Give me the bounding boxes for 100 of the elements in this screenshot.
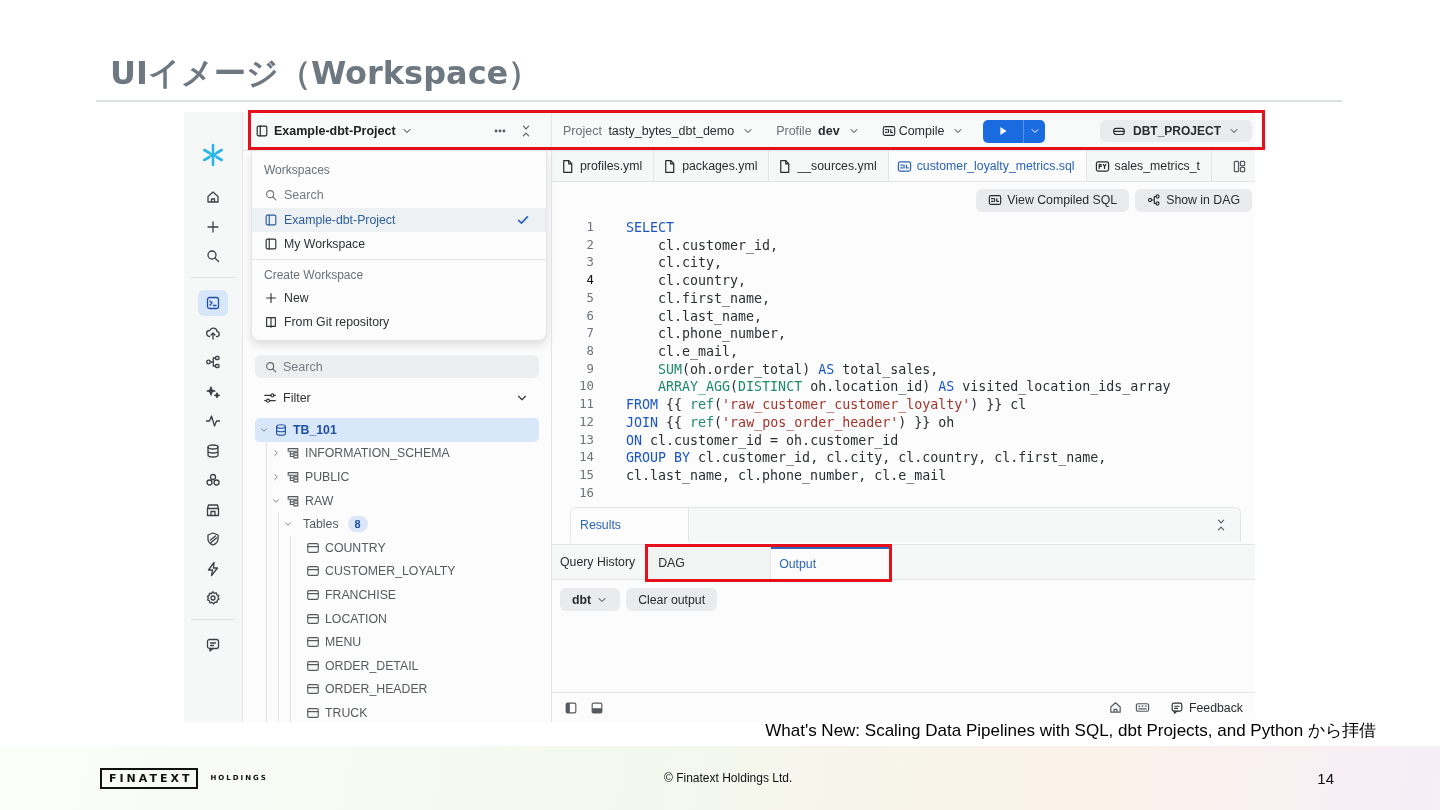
line-number: 2 <box>585 236 594 254</box>
file-tab[interactable]: customer_loyalty_metrics.sql <box>888 151 1087 181</box>
line-number: 13 <box>578 431 594 449</box>
tree-item[interactable]: CUSTOMER_LOYALTY <box>291 559 539 584</box>
tree-item[interactable]: TB_101 <box>255 418 539 442</box>
compile-selector[interactable]: Compile <box>881 124 965 138</box>
code-line: SUM(oh.order_total) AS total_sales, <box>657 360 939 379</box>
file-tab[interactable]: __sources.yml <box>769 151 889 181</box>
layout-icon <box>1232 158 1247 174</box>
line-number: 11 <box>578 396 594 414</box>
tree-item[interactable]: TRUCK <box>291 701 539 722</box>
schema-icon <box>286 470 300 484</box>
line-number: 6 <box>585 307 594 325</box>
search-icon <box>264 359 278 374</box>
tree-item[interactable]: FRANCHISE <box>291 583 539 607</box>
table-icon <box>306 705 320 720</box>
line-number: 12 <box>578 413 594 431</box>
schema-icon <box>286 446 300 461</box>
company-logo: FINATEXT <box>100 767 199 789</box>
slide-title: UIイメージ（Workspace） <box>110 53 541 94</box>
home-icon <box>205 189 221 205</box>
filter-icon <box>263 391 277 405</box>
rail-button[interactable] <box>198 290 228 316</box>
clear-output-button[interactable]: Clear output <box>626 588 718 611</box>
credit-text: What's New: Scaling Data Pipelines with SQL, dbt Projects, and Python から拝借 <box>765 719 1376 742</box>
feedback-button[interactable]: Feedback <box>1170 700 1243 715</box>
results-tab[interactable]: Results <box>571 508 689 542</box>
chat-icon <box>205 637 221 653</box>
code-line: cl.last_name, cl.phone_number, cl.e_mail <box>626 467 947 485</box>
table-icon <box>306 540 320 555</box>
tree-item[interactable]: MENU <box>291 630 539 654</box>
file-tab[interactable]: packages.yml <box>654 151 770 181</box>
run-button[interactable] <box>983 119 1024 143</box>
database-selector[interactable]: DBT_PROJECT <box>1100 120 1252 142</box>
panel-icon <box>264 213 278 227</box>
dropdown-option[interactable]: From Git repository <box>252 310 546 334</box>
python-file-icon <box>1094 158 1110 174</box>
cluster-icon <box>205 472 221 488</box>
panel-tab[interactable]: DAG <box>648 547 772 579</box>
action-button[interactable]: View Compiled SQL <box>976 188 1130 212</box>
file-tab[interactable]: profiles.yml <box>552 151 655 181</box>
panel-tab[interactable]: Query History <box>552 545 644 579</box>
tree-item[interactable]: PUBLIC <box>267 465 539 489</box>
search-icon <box>264 187 278 202</box>
code-line: FROM {{ ref('raw_customer_customer_loyalty') }} cl <box>626 396 1027 414</box>
tree-item[interactable]: ORDER_HEADER <box>291 677 539 702</box>
home-icon <box>1108 700 1123 715</box>
sql-file-icon <box>896 158 912 174</box>
code-line: cl.phone_number, <box>657 325 787 344</box>
line-number: 14 <box>578 449 594 467</box>
schema-icon <box>286 493 300 508</box>
snowflake-logo-icon <box>201 143 225 167</box>
line-number: 16 <box>578 484 594 502</box>
tree-item[interactable]: COUNTRY <box>291 535 539 560</box>
project-selector[interactable]: Project tasty_bytes_dbt_demo <box>563 124 755 138</box>
tree-item[interactable]: Tables 8 <box>279 512 539 536</box>
cloud-upload-icon <box>205 324 221 341</box>
storefront-icon <box>205 501 221 518</box>
code-line: ON cl.customer_id = oh.customer_id <box>626 431 899 450</box>
line-number: 15 <box>578 467 594 485</box>
page-number: 14 <box>1317 769 1334 787</box>
copyright-text: © Finatext Holdings Ltd. <box>664 771 793 785</box>
tree-item[interactable]: LOCATION <box>291 606 539 631</box>
line-number: 8 <box>585 343 594 361</box>
tree-item[interactable]: INFORMATION_SCHEMA <box>267 441 539 466</box>
database-icon <box>274 422 288 437</box>
count-badge: 8 <box>347 516 368 533</box>
action-button[interactable]: Show in DAG <box>1135 188 1252 212</box>
code-line: cl.city, <box>657 254 723 273</box>
settings-icon <box>205 590 221 606</box>
panel-tab[interactable]: Output <box>771 547 890 579</box>
plus-icon <box>264 291 278 305</box>
workspace-selector[interactable]: Example-dbt-Project <box>255 124 413 138</box>
code-line: SELECT <box>626 219 675 237</box>
keyboard-icon <box>1135 700 1150 715</box>
bottom-panel-icon <box>590 700 604 715</box>
menu-heading: Create Workspace <box>263 267 365 284</box>
profile-selector[interactable]: Profile dev <box>776 124 860 138</box>
tree-item[interactable]: ORDER_DETAIL <box>291 653 539 678</box>
dropdown-option[interactable]: Example-dbt-Project <box>252 208 546 232</box>
terminal-icon <box>205 295 221 311</box>
table-icon <box>306 682 320 697</box>
sql-icon <box>881 124 896 138</box>
sql-icon <box>988 193 1003 207</box>
search-icon <box>205 248 221 264</box>
feedback-icon <box>1170 700 1184 715</box>
search-field[interactable]: Search <box>255 355 539 378</box>
dropdown-option[interactable]: New <box>252 286 546 310</box>
dropdown-option[interactable]: My Workspace <box>252 232 546 256</box>
line-number: 1 <box>585 219 594 236</box>
nodes-icon <box>1147 193 1162 207</box>
code-line: cl.e_mail, <box>657 343 739 361</box>
search-field[interactable]: Search <box>252 182 546 207</box>
run-options-button[interactable] <box>1023 119 1046 143</box>
activity-icon <box>205 413 221 429</box>
tree-item[interactable]: RAW <box>267 488 539 513</box>
filter-dropdown[interactable]: Filter <box>255 386 539 410</box>
dropdown-button[interactable]: dbt <box>560 588 621 611</box>
file-tab[interactable]: sales_metrics_t <box>1086 151 1212 181</box>
line-number: 5 <box>585 289 594 307</box>
